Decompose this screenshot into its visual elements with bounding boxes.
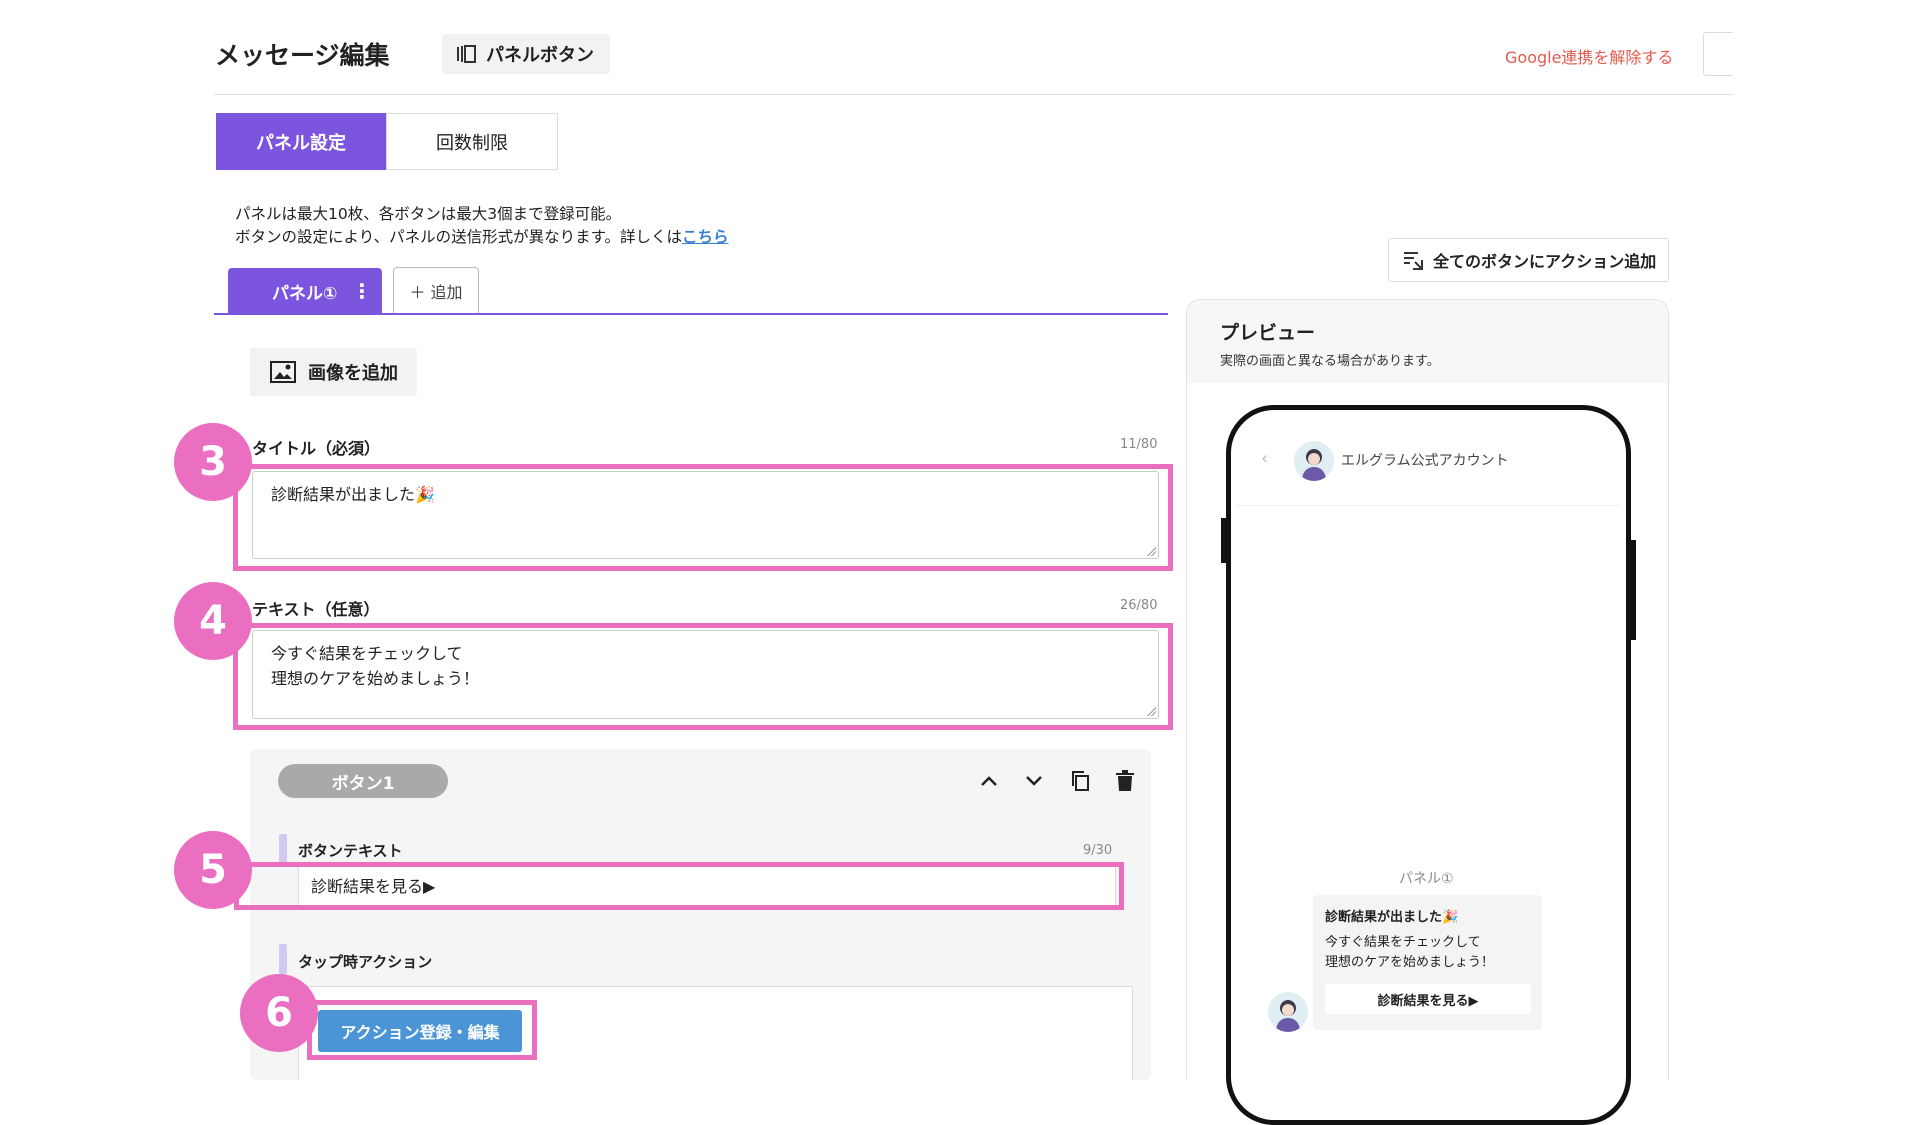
- panel-button-type[interactable]: パネルボタン: [442, 34, 610, 74]
- phone-side-button-right: [1629, 540, 1636, 640]
- image-icon: [270, 361, 296, 383]
- panel-button-label: パネルボタン: [486, 45, 594, 66]
- tab-panel-settings[interactable]: パネル設定: [216, 113, 386, 170]
- title-input-value: 診断結果が出ました🎉: [271, 485, 435, 504]
- button-text-accent: [279, 834, 287, 864]
- info-line-2-text: ボタンの設定により、パネルの送信形式が異なります。詳しくは: [235, 228, 683, 246]
- panel-tab-underline: [214, 313, 1168, 315]
- tap-action-label: タップ時アクション: [298, 953, 433, 971]
- title-field-label: タイトル（必須）: [252, 439, 381, 458]
- resize-handle[interactable]: [1146, 546, 1156, 556]
- resize-handle[interactable]: [1146, 706, 1156, 716]
- tab-count-limit[interactable]: 回数制限: [386, 113, 558, 170]
- tap-action-accent: [279, 944, 287, 974]
- add-action-all-label: 全てのボタンにアクション追加: [1433, 252, 1657, 271]
- button-1-pill: ボタン1: [278, 764, 448, 798]
- chat-header-divider: [1236, 505, 1621, 506]
- header-divider: [214, 94, 1734, 95]
- filter-add-icon: [1404, 252, 1423, 270]
- page-title: メッセージ編集: [215, 41, 390, 70]
- chevron-down-icon[interactable]: [1021, 768, 1047, 794]
- panel-icon: [457, 45, 476, 63]
- add-action-all-buttons[interactable]: 全てのボタンにアクション追加: [1388, 238, 1669, 282]
- phone-side-button-left: [1221, 518, 1228, 563]
- text-input[interactable]: 今すぐ結果をチェックして 理想のケアを始めましょう！: [252, 630, 1159, 719]
- preview-bubble-title: 診断結果が出ました🎉: [1325, 910, 1459, 925]
- action-button-highlight: [307, 1000, 537, 1060]
- title-input[interactable]: 診断結果が出ました🎉: [252, 471, 1159, 559]
- panel-tab-1[interactable]: パネル① ⋮: [228, 268, 382, 314]
- text-counter: 26/80: [1120, 598, 1158, 613]
- trash-icon[interactable]: [1112, 768, 1138, 794]
- preview-bubble-text: 今すぐ結果をチェックして 理想のケアを始めましょう！: [1325, 935, 1495, 970]
- text-input-line-2: 理想のケアを始めましょう！: [271, 669, 480, 688]
- kebab-icon[interactable]: ⋮: [352, 278, 372, 304]
- info-line-2: ボタンの設定により、パネルの送信形式が異なります。詳しくはこちら: [235, 225, 729, 247]
- preview-subtitle: 実際の画面と異なる場合があります。: [1220, 354, 1440, 369]
- text-field-label: テキスト（任意）: [252, 600, 380, 619]
- preview-title: プレビュー: [1220, 322, 1316, 344]
- button-text-label: ボタンテキスト: [298, 842, 403, 860]
- text-input-line-1: 今すぐ結果をチェックして: [271, 644, 463, 663]
- avatar: [1268, 992, 1308, 1032]
- panel-tab-label: パネル①: [272, 283, 338, 304]
- avatar: [1294, 441, 1334, 481]
- button-text-highlight: [234, 862, 1124, 910]
- button-text-counter: 9/30: [1083, 843, 1113, 858]
- google-unlink-link[interactable]: Google連携を解除する: [1505, 44, 1673, 68]
- title-counter: 11/80: [1120, 437, 1158, 452]
- add-image-label: 画像を追加: [308, 363, 398, 384]
- add-panel-button[interactable]: ＋ 追加: [393, 267, 479, 314]
- chevron-up-icon[interactable]: [976, 768, 1002, 794]
- info-line-1: パネルは最大10枚、各ボタンは最大3個まで登録可能。: [235, 205, 622, 223]
- copy-icon[interactable]: [1067, 768, 1093, 794]
- preview-bubble-button[interactable]: 診断結果を見る▶: [1325, 984, 1531, 1014]
- details-link[interactable]: こちら: [682, 228, 729, 246]
- add-image-button[interactable]: 画像を追加: [250, 348, 417, 396]
- back-chevron-icon[interactable]: ‹: [1261, 448, 1268, 469]
- account-name: エルグラム公式アカウント: [1341, 453, 1509, 469]
- header-right-button[interactable]: [1703, 32, 1733, 76]
- preview-panel-label: パネル①: [1399, 871, 1454, 887]
